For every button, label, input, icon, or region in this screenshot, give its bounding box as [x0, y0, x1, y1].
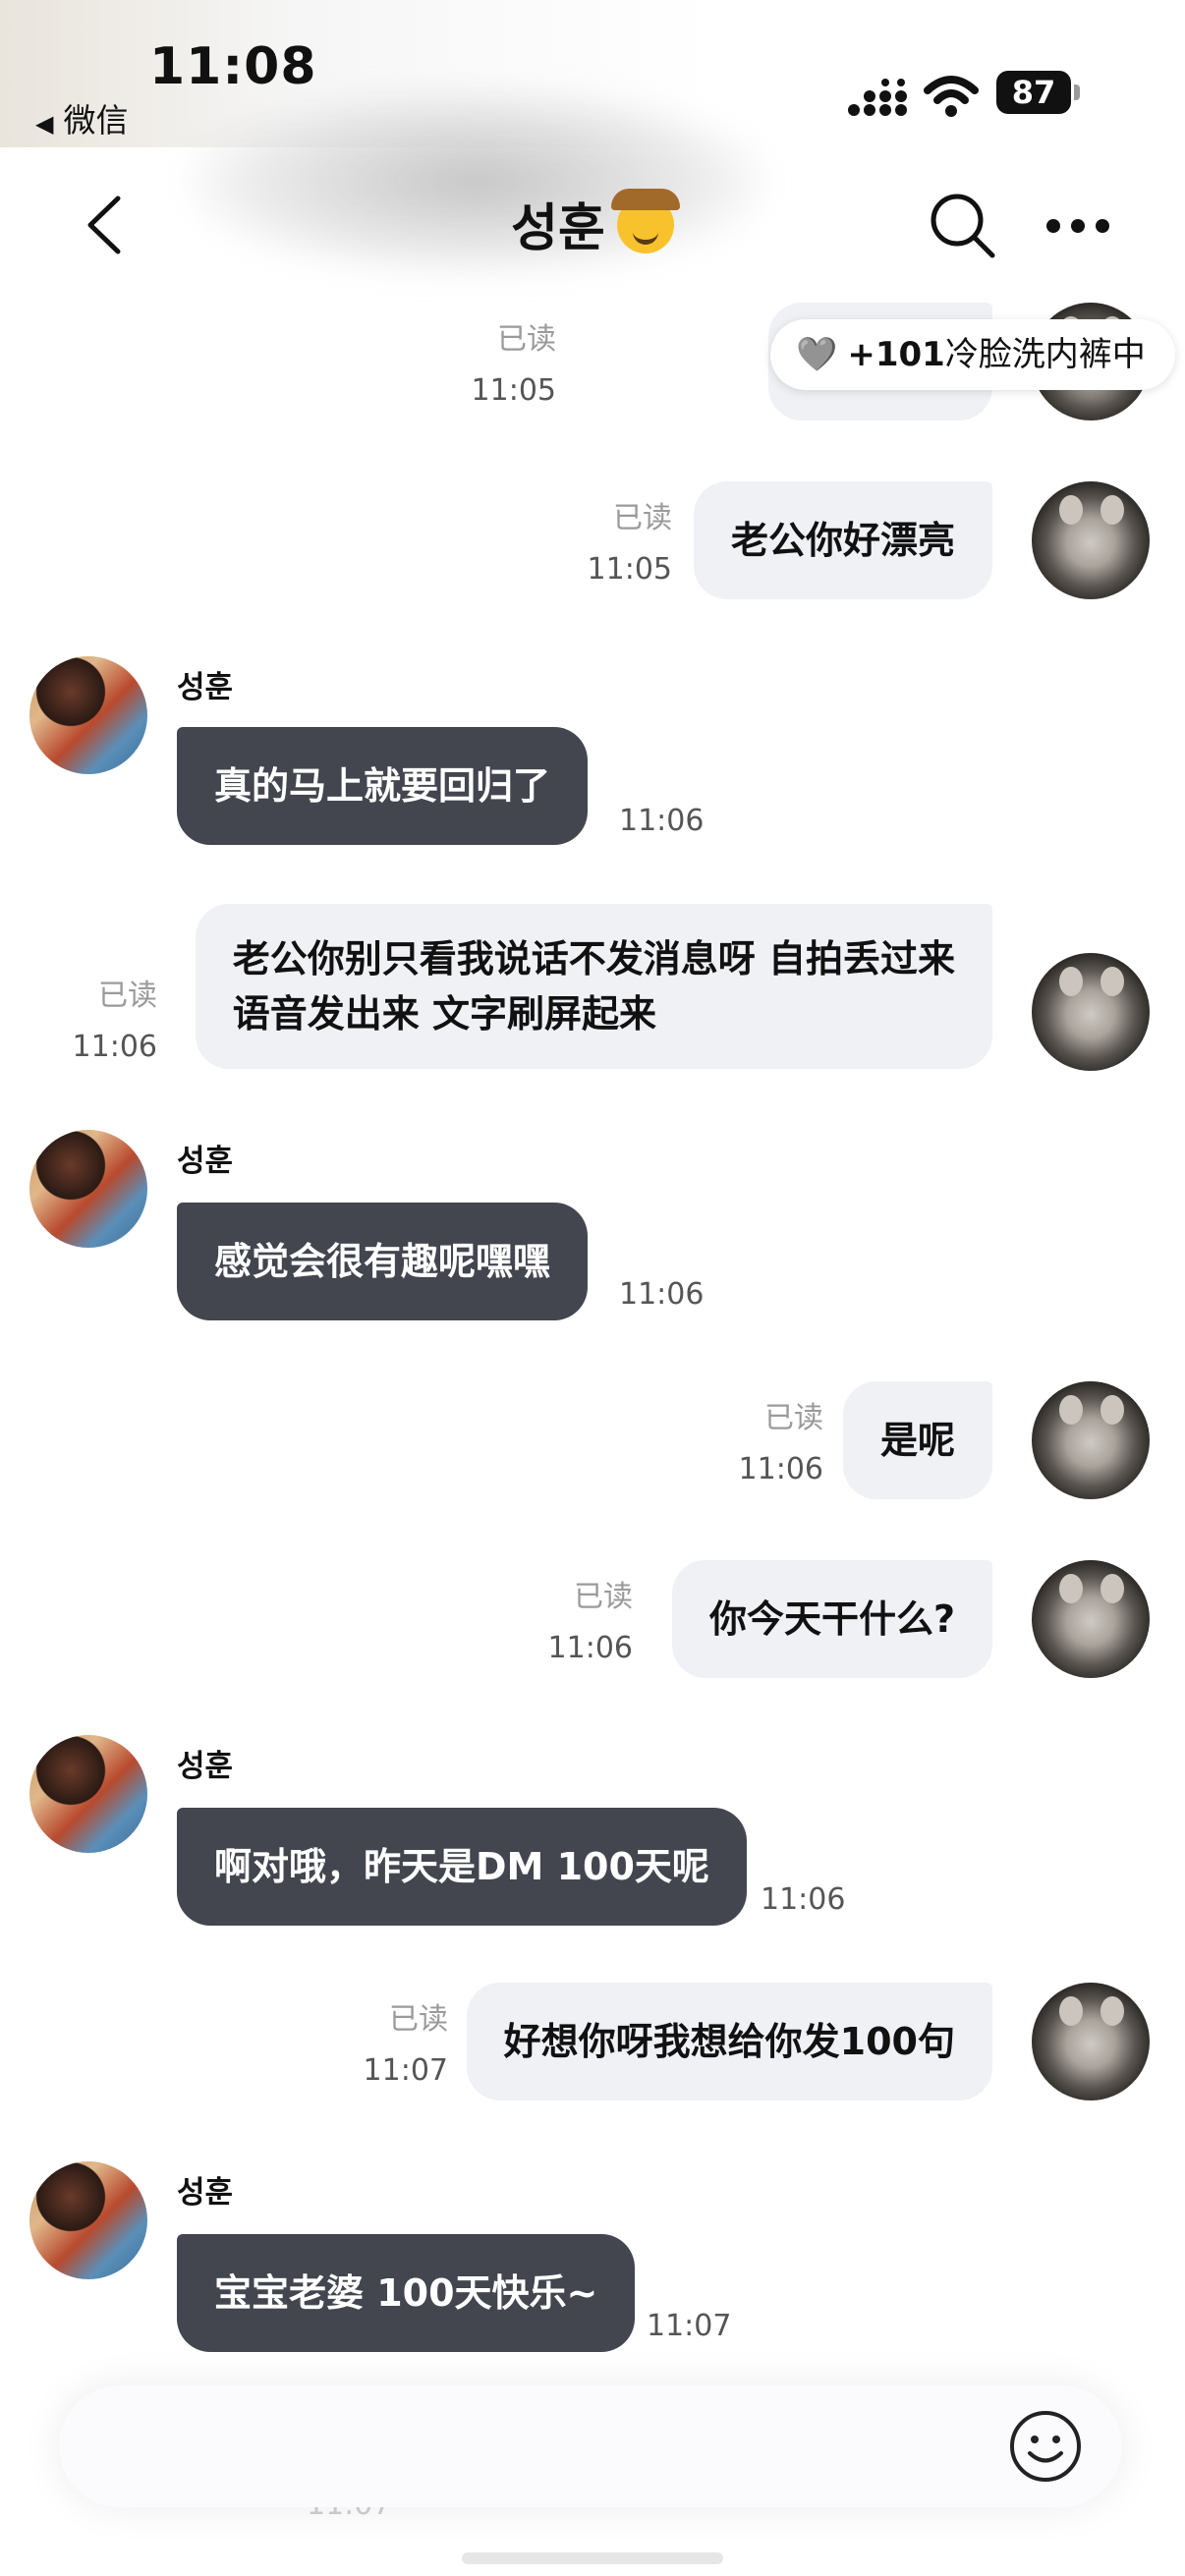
sender-name: 성훈 [177, 1749, 234, 1784]
back-app-label: 微信 [63, 101, 129, 140]
battery-tip [1074, 84, 1080, 100]
toast-text: 冷脸洗内裤中 [944, 335, 1146, 374]
back-triangle-icon: ◀ [35, 110, 54, 138]
my-avatar[interactable] [1032, 1983, 1150, 2100]
message-time: 11:06 [547, 1631, 633, 1665]
contact-avatar[interactable] [29, 2161, 147, 2279]
cellular-signal-icon [848, 79, 907, 116]
message-bubble[interactable]: 真的马上就要回归了 [177, 727, 589, 845]
home-indicator [462, 2552, 723, 2564]
more-options-icon[interactable] [1045, 218, 1110, 234]
my-avatar[interactable] [1032, 953, 1150, 1071]
read-receipt: 已读 [98, 979, 157, 1013]
message-time: 11:06 [619, 804, 705, 838]
message-bubble[interactable]: 啊对哦，昨天是DM 100天呢 [177, 1808, 747, 1926]
my-avatar[interactable] [1032, 481, 1150, 599]
message-time: 11:06 [761, 1882, 846, 1917]
read-receipt: 已读 [497, 322, 556, 357]
my-avatar[interactable] [1032, 1560, 1150, 1678]
status-time: 11:08 [149, 37, 317, 96]
message-meta: 已读 11:06 [73, 971, 157, 1073]
wifi-icon [924, 76, 979, 117]
reaction-toast[interactable]: 🩶 +101冷脸洗内裤中 [770, 319, 1175, 390]
search-icon[interactable] [928, 191, 996, 259]
message-meta: 已读 11:07 [364, 1994, 448, 2097]
contact-avatar[interactable] [29, 1130, 147, 1248]
message-bubble[interactable]: 宝宝老婆 100天快乐~ [177, 2234, 636, 2352]
chat-title-text: 성훈 [511, 199, 605, 258]
message-bubble[interactable]: 老公你好漂亮 [693, 481, 992, 599]
message-time: 11:06 [72, 1030, 157, 1064]
read-receipt: 已读 [389, 2002, 448, 2037]
grey-heart-icon: 🩶 [796, 335, 838, 374]
message-input-field[interactable] [59, 2385, 1122, 2507]
back-to-app-link[interactable]: ◀ 微信 [35, 94, 128, 141]
message-meta: 已读 11:05 [588, 493, 672, 595]
message-bubble[interactable]: 好想你呀我想给你发100句 [466, 1983, 992, 2100]
message-meta: 已读 11:06 [548, 1572, 633, 1674]
message-time: 11:07 [363, 2053, 448, 2088]
message-time: 11:05 [587, 552, 672, 587]
message-meta: 已读 11:06 [739, 1393, 823, 1495]
message-list[interactable]: 你的新头 已读 11:05 老公你好漂亮 已读 11:05 성훈 真的马上就要回… [0, 293, 1185, 2356]
message-meta: 已读 11:05 [472, 314, 556, 417]
emoji-smiley-icon[interactable] [1008, 2409, 1083, 2484]
message-bubble[interactable]: 是呢 [842, 1381, 992, 1499]
read-receipt: 已读 [613, 501, 672, 535]
battery-indicator: 87 [996, 71, 1071, 114]
message-bubble[interactable]: 感觉会很有趣呢嘿嘿 [177, 1203, 589, 1320]
message-line: 语音发出来 文字刷屏起来 [232, 992, 656, 1036]
chat-title: 성훈 [0, 187, 1185, 260]
cowboy-emoji-icon [610, 189, 680, 253]
sender-name: 성훈 [177, 670, 234, 705]
message-time: 11:06 [738, 1452, 823, 1486]
message-bubble[interactable]: 你今天干什么? [671, 1560, 992, 1678]
read-receipt: 已读 [764, 1401, 823, 1435]
contact-avatar[interactable] [29, 1735, 147, 1853]
contact-avatar[interactable] [29, 656, 147, 774]
message-time: 11:05 [471, 373, 556, 408]
read-receipt: 已读 [574, 1580, 633, 1614]
sender-name: 성훈 [177, 2175, 234, 2211]
message-time: 11:07 [647, 2309, 732, 2343]
toast-count: +101 [847, 335, 945, 374]
message-line: 老公你别只看我说话不发消息呀 自拍丢过来 [232, 937, 955, 980]
my-avatar[interactable] [1032, 1381, 1150, 1499]
message-bubble[interactable]: 老公你别只看我说话不发消息呀 自拍丢过来 语音发出来 文字刷屏起来 [195, 904, 992, 1069]
message-time: 11:06 [619, 1277, 705, 1312]
sender-name: 성훈 [177, 1144, 234, 1179]
